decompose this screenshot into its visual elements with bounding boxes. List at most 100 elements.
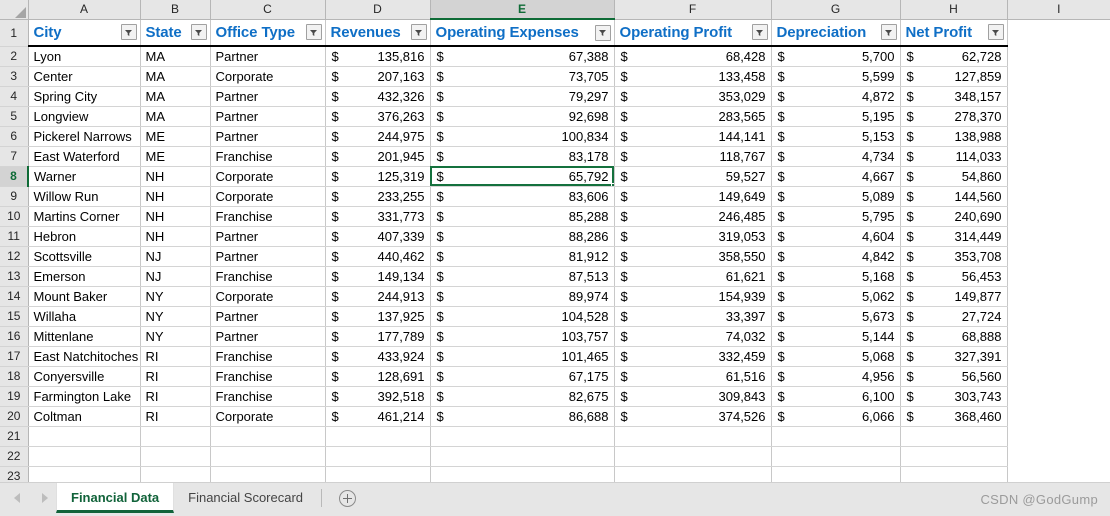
cell-a2[interactable]: Lyon	[28, 46, 141, 67]
filter-arrow-icon[interactable]	[120, 24, 137, 41]
cell-e17[interactable]: $101,465	[430, 346, 615, 367]
cell-f20[interactable]: $374,526	[614, 406, 772, 427]
cell-d2[interactable]: $135,816	[325, 46, 431, 67]
column-header-h[interactable]: H	[900, 0, 1008, 20]
column-header-f[interactable]: F	[614, 0, 772, 20]
column-header-d[interactable]: D	[325, 0, 431, 20]
row-header-10[interactable]: 10	[0, 206, 29, 227]
cell-f7[interactable]: $118,767	[614, 146, 772, 167]
row-header-1[interactable]: 1	[0, 19, 29, 47]
cell-g5[interactable]: $5,195	[771, 106, 901, 127]
filter-arrow-icon[interactable]	[751, 24, 768, 41]
row-header-15[interactable]: 15	[0, 306, 29, 327]
cell-f16[interactable]: $74,032	[614, 326, 772, 347]
cell-i22[interactable]	[1007, 446, 1110, 466]
cell-c21[interactable]	[210, 426, 326, 447]
cell-h9[interactable]: $144,560	[900, 186, 1008, 207]
cell-e3[interactable]: $73,705	[430, 66, 615, 87]
row-header-18[interactable]: 18	[0, 366, 29, 387]
cell-f23[interactable]	[614, 466, 772, 482]
cell-h4[interactable]: $348,157	[900, 86, 1008, 107]
right-arrow-icon[interactable]	[42, 493, 48, 503]
cell-d20[interactable]: $461,214	[325, 406, 431, 427]
cell-f18[interactable]: $61,516	[614, 366, 772, 387]
cell-b14[interactable]: NY	[140, 286, 211, 307]
cell-f22[interactable]	[614, 446, 772, 467]
filter-arrow-icon[interactable]	[594, 24, 611, 41]
row-header-4[interactable]: 4	[0, 86, 29, 107]
cell-h8[interactable]: $54,860	[900, 166, 1008, 187]
cell-a23[interactable]	[28, 466, 141, 482]
row-header-8[interactable]: 8	[0, 166, 29, 187]
cell-e11[interactable]: $88,286	[430, 226, 615, 247]
cell-b6[interactable]: ME	[140, 126, 211, 147]
cell-i16[interactable]	[1007, 326, 1110, 346]
row-header-3[interactable]: 3	[0, 66, 29, 87]
cell-e13[interactable]: $87,513	[430, 266, 615, 287]
cell-g9[interactable]: $5,089	[771, 186, 901, 207]
cell-b18[interactable]: RI	[140, 366, 211, 387]
cell-h12[interactable]: $353,708	[900, 246, 1008, 267]
cell-e5[interactable]: $92,698	[430, 106, 615, 127]
cell-a4[interactable]: Spring City	[28, 86, 141, 107]
cell-a14[interactable]: Mount Baker	[28, 286, 141, 307]
cell-a13[interactable]: Emerson	[28, 266, 141, 287]
cell-g10[interactable]: $5,795	[771, 206, 901, 227]
cell-e15[interactable]: $104,528	[430, 306, 615, 327]
cell-g7[interactable]: $4,734	[771, 146, 901, 167]
cell-b19[interactable]: RI	[140, 386, 211, 407]
cell-d12[interactable]: $440,462	[325, 246, 431, 267]
column-title-e[interactable]: Operating Expenses	[430, 19, 615, 47]
cell-b2[interactable]: MA	[140, 46, 211, 67]
cell-g23[interactable]	[771, 466, 901, 482]
cell-e16[interactable]: $103,757	[430, 326, 615, 347]
cell-h23[interactable]	[900, 466, 1008, 482]
cell-h14[interactable]: $149,877	[900, 286, 1008, 307]
cell-e19[interactable]: $82,675	[430, 386, 615, 407]
cell-c14[interactable]: Corporate	[210, 286, 326, 307]
cell-a3[interactable]: Center	[28, 66, 141, 87]
cell-d21[interactable]	[325, 426, 431, 447]
cell-f13[interactable]: $61,621	[614, 266, 772, 287]
cell-g3[interactable]: $5,599	[771, 66, 901, 87]
cell-c6[interactable]: Partner	[210, 126, 326, 147]
column-header-a[interactable]: A	[28, 0, 141, 20]
cell-b17[interactable]: RI	[140, 346, 211, 367]
column-header-i[interactable]: I	[1007, 0, 1110, 20]
cell-c7[interactable]: Franchise	[210, 146, 326, 167]
cell-c17[interactable]: Franchise	[210, 346, 326, 367]
row-header-17[interactable]: 17	[0, 346, 29, 367]
cell-e12[interactable]: $81,912	[430, 246, 615, 267]
cell-d19[interactable]: $392,518	[325, 386, 431, 407]
cell-i2[interactable]	[1007, 46, 1110, 66]
row-header-23[interactable]: 23	[0, 466, 29, 482]
cell-b3[interactable]: MA	[140, 66, 211, 87]
cell-i13[interactable]	[1007, 266, 1110, 286]
cell-a8[interactable]: Warner	[28, 166, 141, 187]
cell-b13[interactable]: NJ	[140, 266, 211, 287]
row-header-19[interactable]: 19	[0, 386, 29, 407]
cell-g12[interactable]: $4,842	[771, 246, 901, 267]
cell-e2[interactable]: $67,388	[430, 46, 615, 67]
cell-f19[interactable]: $309,843	[614, 386, 772, 407]
column-title-f[interactable]: Operating Profit	[614, 19, 772, 47]
cell-c10[interactable]: Franchise	[210, 206, 326, 227]
cell-e21[interactable]	[430, 426, 615, 447]
row-header-21[interactable]: 21	[0, 426, 29, 447]
cell-f12[interactable]: $358,550	[614, 246, 772, 267]
cell-f3[interactable]: $133,458	[614, 66, 772, 87]
cell-d10[interactable]: $331,773	[325, 206, 431, 227]
cell-b15[interactable]: NY	[140, 306, 211, 327]
cell-i15[interactable]	[1007, 306, 1110, 326]
column-title-b[interactable]: State	[140, 19, 211, 47]
cell-c13[interactable]: Franchise	[210, 266, 326, 287]
cell-i12[interactable]	[1007, 246, 1110, 266]
sheet-nav-arrows[interactable]	[0, 483, 56, 513]
fill-handle[interactable]	[610, 182, 613, 185]
cell-a10[interactable]: Martins Corner	[28, 206, 141, 227]
cell-g11[interactable]: $4,604	[771, 226, 901, 247]
cell-b5[interactable]: MA	[140, 106, 211, 127]
column-header-b[interactable]: B	[140, 0, 211, 20]
cell-e8[interactable]: $65,792	[430, 166, 615, 187]
cell-h15[interactable]: $27,724	[900, 306, 1008, 327]
